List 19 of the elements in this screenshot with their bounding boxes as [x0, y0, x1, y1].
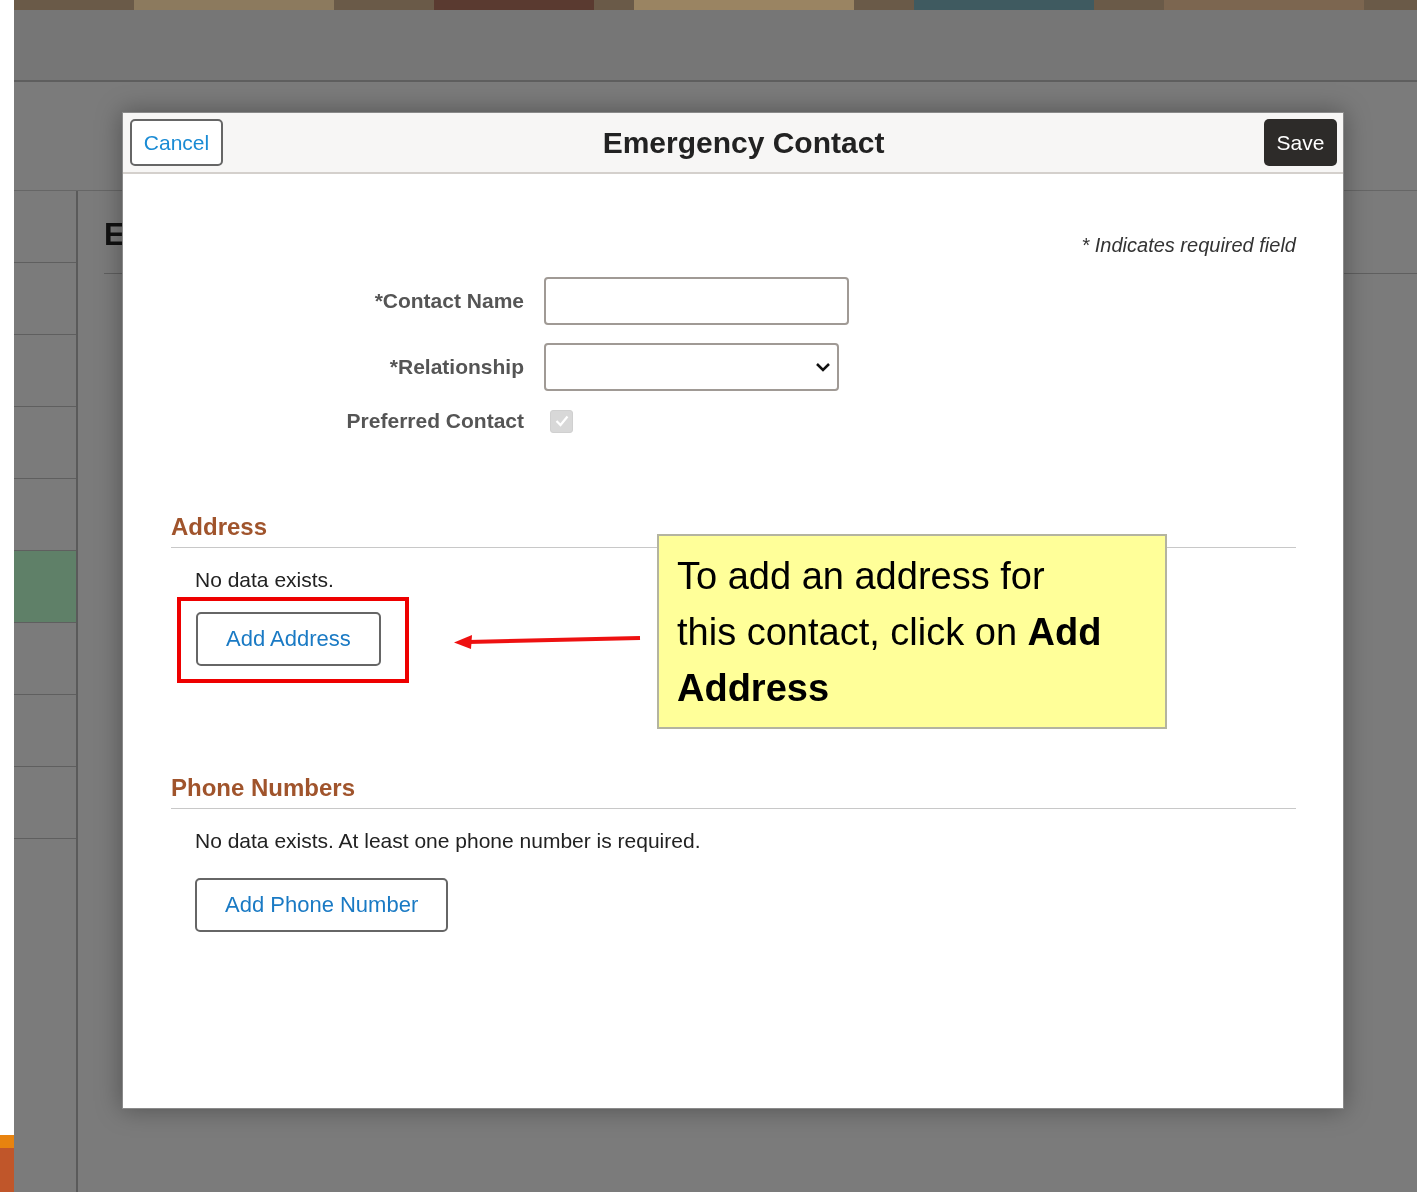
sidebar-item[interactable] [14, 551, 76, 623]
callout-note: To add an address for this contact, click on Add Address [657, 534, 1167, 729]
cancel-button[interactable]: Cancel [130, 119, 223, 166]
arrow-icon [454, 633, 642, 649]
empty-message: No data exists. [195, 568, 334, 592]
check-icon [554, 415, 569, 427]
chevron-down-icon [815, 362, 831, 372]
field-label: Preferred Contact [346, 409, 524, 433]
select-field[interactable] [544, 343, 839, 391]
add-button[interactable]: Add Phone Number [195, 878, 449, 932]
save-button[interactable]: Save [1264, 119, 1337, 166]
field-label: *Relationship [389, 355, 524, 379]
dialog-title: Emergency Contact [602, 125, 885, 160]
required-note: * Indicates required field [1080, 233, 1296, 257]
input-field[interactable] [544, 277, 849, 325]
add-button[interactable]: Add Address [196, 612, 381, 666]
empty-message: No data exists. At least one phone number is required. [195, 829, 701, 853]
section-title: Phone Numbers [171, 774, 1296, 809]
field-label: *Contact Name [374, 289, 524, 313]
